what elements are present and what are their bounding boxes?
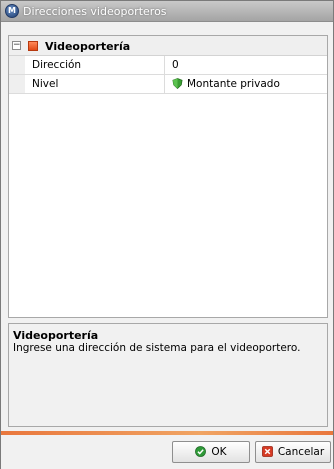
title-bar[interactable]: M Direcciones videoporteros [1,1,333,22]
group-label: Videoportería [45,40,131,53]
description-title: Videoportería [13,329,99,342]
cancel-label: Cancelar [277,446,325,458]
row-gutter [9,56,25,74]
app-icon: M [5,4,19,18]
dialog-window: M Direcciones videoporteros − Videoporte… [0,0,334,469]
close-icon [261,446,273,457]
green-shield-icon [172,78,183,89]
property-name: Nivel [25,75,165,93]
ok-label: OK [211,446,227,458]
description-text: Ingrese una dirección de sistema para el… [13,342,301,354]
row-gutter [9,75,25,93]
window-title: Direcciones videoporteros [23,5,167,18]
property-group-header[interactable]: − Videoportería [9,36,327,56]
accent-divider [1,431,333,435]
category-icon [28,41,38,51]
property-value-text: Montante privado [187,78,280,90]
check-icon [195,446,207,457]
collapse-icon[interactable]: − [12,41,21,50]
ok-button[interactable]: OK [172,441,250,463]
property-row-direccion[interactable]: Dirección 0 [9,56,327,75]
description-panel: Videoportería Ingrese una dirección de s… [8,323,328,427]
property-grid: − Videoportería Dirección 0 Nivel Montan… [8,35,328,318]
dialog-footer: OK Cancelar [1,431,333,469]
property-name: Dirección [25,56,165,74]
cancel-button[interactable]: Cancelar [255,441,331,463]
property-value-direccion[interactable]: 0 [166,56,326,74]
property-row-nivel[interactable]: Nivel Montante privado [9,75,327,94]
property-value-nivel[interactable]: Montante privado [166,75,326,93]
